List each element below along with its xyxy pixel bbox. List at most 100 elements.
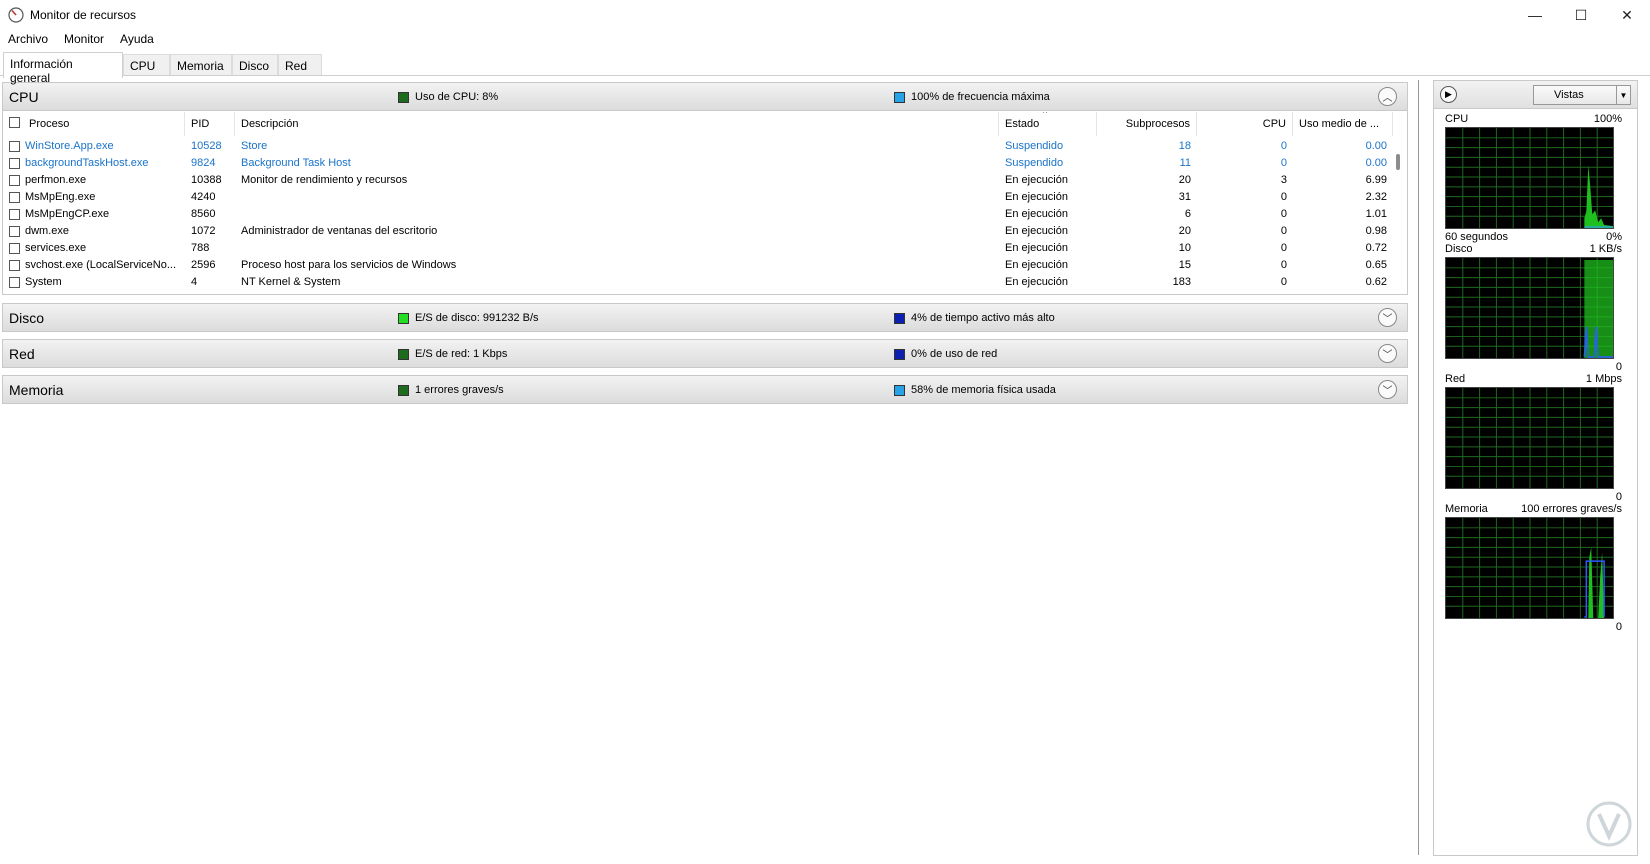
- column-estado[interactable]: Estado ^: [999, 112, 1097, 136]
- cell-cpu: 0: [1280, 157, 1287, 169]
- table-scrollbar[interactable]: [1393, 136, 1403, 290]
- cell-state: Suspendido: [1005, 157, 1064, 169]
- menu-ayuda[interactable]: Ayuda: [112, 30, 162, 50]
- cell-pid: 8560: [191, 208, 216, 220]
- row-checkbox[interactable]: [9, 209, 20, 220]
- row-checkbox[interactable]: [9, 192, 20, 203]
- expand-network-button[interactable]: ﹀: [1378, 344, 1397, 363]
- cell-state: En ejecución: [1005, 242, 1068, 254]
- table-row[interactable]: backgroundTaskHost.exe 9824 Background Tas…: [3, 155, 1393, 172]
- disk-io-swatch: [398, 312, 409, 324]
- row-checkbox[interactable]: [9, 175, 20, 186]
- expand-disk-button[interactable]: ﹀: [1378, 308, 1397, 327]
- cell-threads: 20: [1178, 174, 1191, 186]
- network-usage-swatch: [894, 348, 905, 360]
- table-row[interactable]: perfmon.exe 10388 Monitor de rendimiento y…: [3, 172, 1393, 189]
- cell-threads: 20: [1178, 225, 1191, 237]
- network-io-text: E/S de red: 1 Kbps: [415, 348, 508, 360]
- column-estado-label: Estado: [1005, 118, 1040, 130]
- network-usage-legend: 0% de uso de red: [894, 348, 997, 360]
- menu-archivo[interactable]: Archivo: [0, 30, 56, 50]
- row-checkbox[interactable]: [9, 260, 20, 271]
- close-button[interactable]: ✕: [1604, 0, 1650, 30]
- cell-cpu: 0: [1280, 140, 1287, 152]
- overview-panel: CPU Uso de CPU: 8% 100% de frecuencia má…: [2, 80, 1408, 860]
- menu-monitor[interactable]: Monitor: [56, 30, 112, 50]
- cpu-section-header[interactable]: CPU Uso de CPU: 8% 100% de frecuencia má…: [3, 83, 1407, 111]
- disk-graph-block: Disco 1 KB/s 0: [1440, 243, 1630, 373]
- panel-splitter[interactable]: [1418, 80, 1419, 855]
- network-graph-min: 0: [1615, 491, 1622, 503]
- column-uso-medio[interactable]: Uso medio de ...: [1293, 112, 1393, 136]
- cell-cpu: 0: [1280, 225, 1287, 237]
- cpu-frequency-legend: 100% de frecuencia máxima: [894, 91, 1050, 103]
- minimize-button[interactable]: —: [1512, 0, 1558, 30]
- select-all-checkbox[interactable]: [9, 117, 20, 128]
- cpu-section-title: CPU: [9, 89, 39, 105]
- memory-faults-text: 1 errores graves/s: [415, 384, 504, 396]
- memory-section-header[interactable]: Memoria 1 errores graves/s 58% de memori…: [3, 376, 1407, 404]
- cell-name: dwm.exe: [25, 225, 70, 237]
- cpu-graph-label: CPU: [1445, 113, 1469, 125]
- table-row[interactable]: WinStore.App.exe 10528 Store Suspendido 18 0 0…: [3, 138, 1393, 155]
- collapse-graphs-button[interactable]: ▶: [1440, 86, 1457, 103]
- cell-state: En ejecución: [1005, 276, 1068, 288]
- disk-active-text: 4% de tiempo activo más alto: [911, 312, 1055, 324]
- disk-graph-max: 1 KB/s: [1589, 243, 1622, 255]
- column-pid[interactable]: PID: [185, 112, 235, 136]
- collapse-cpu-button[interactable]: ︿: [1378, 87, 1397, 106]
- table-scroll-thumb[interactable]: [1396, 154, 1400, 170]
- memory-used-swatch: [894, 384, 905, 396]
- cell-avg: 0.98: [1365, 225, 1387, 237]
- table-row[interactable]: svchost.exe (LocalServiceNo... 2596 Proces…: [3, 257, 1393, 274]
- row-checkbox[interactable]: [9, 243, 20, 254]
- memory-used-text: 58% de memoria física usada: [911, 384, 1056, 396]
- cell-threads: 15: [1178, 259, 1191, 271]
- expand-memory-button[interactable]: ﹀: [1378, 380, 1397, 399]
- column-descripcion[interactable]: Descripción: [235, 112, 999, 136]
- network-graph-max: 1 Mbps: [1585, 373, 1622, 385]
- tab-network[interactable]: Red: [278, 54, 322, 76]
- table-row[interactable]: dwm.exe 1072 Administrador de ventanas del…: [3, 223, 1393, 240]
- cell-avg: 0.00: [1365, 157, 1387, 169]
- tab-disk[interactable]: Disco: [232, 54, 278, 76]
- tab-divider: [0, 75, 1650, 76]
- menu-bar: Archivo Monitor Ayuda: [0, 30, 162, 50]
- table-row[interactable]: System 4 NT Kernel & System En ejecución 183…: [3, 274, 1393, 290]
- cpu-frequency-swatch: [894, 91, 905, 103]
- disk-graph-label: Disco: [1445, 243, 1473, 255]
- tab-overview[interactable]: Información general: [3, 52, 123, 85]
- column-subprocesos[interactable]: Subprocesos: [1097, 112, 1197, 136]
- row-checkbox[interactable]: [9, 141, 20, 152]
- column-cpu[interactable]: CPU: [1197, 112, 1293, 136]
- cpu-usage-text: Uso de CPU: 8%: [415, 91, 499, 103]
- network-io-legend: E/S de red: 1 Kbps: [398, 348, 507, 360]
- row-checkbox[interactable]: [9, 277, 20, 288]
- disk-section-header[interactable]: Disco E/S de disco: 991232 B/s 4% de tie…: [3, 304, 1407, 332]
- memory-graph-block: Memoria 100 errores graves/s 0: [1440, 503, 1630, 633]
- network-io-swatch: [398, 348, 409, 360]
- cell-name: MsMpEng.exe: [25, 191, 96, 203]
- table-row[interactable]: MsMpEngCP.exe 8560 En ejecución 6 0 1.01: [3, 206, 1393, 223]
- cell-name: backgroundTaskHost.exe: [25, 157, 149, 169]
- memory-graph: [1445, 517, 1614, 619]
- views-dropdown-icon[interactable]: ▼: [1617, 85, 1631, 105]
- row-checkbox[interactable]: [9, 226, 20, 237]
- tab-cpu[interactable]: CPU: [123, 54, 170, 76]
- table-row[interactable]: MsMpEng.exe 4240 En ejecución 31 0 2.32: [3, 189, 1393, 206]
- views-button[interactable]: Vistas: [1533, 85, 1617, 105]
- cpu-graph-block: CPU 100% 60 segundos 0%: [1440, 113, 1630, 243]
- row-checkbox[interactable]: [9, 158, 20, 169]
- memory-graph-min: 0: [1615, 621, 1622, 633]
- network-section: Red E/S de red: 1 Kbps 0% de uso de red …: [2, 339, 1408, 368]
- network-section-header[interactable]: Red E/S de red: 1 Kbps 0% de uso de red …: [3, 340, 1407, 368]
- cell-state: En ejecución: [1005, 191, 1068, 203]
- table-row[interactable]: services.exe 788 En ejecución 10 0 0.72: [3, 240, 1393, 257]
- maximize-button[interactable]: ☐: [1558, 0, 1604, 30]
- cell-state: Suspendido: [1005, 140, 1064, 152]
- cell-state: En ejecución: [1005, 174, 1068, 186]
- disk-graph: [1445, 257, 1614, 359]
- cell-avg: 1.01: [1365, 208, 1387, 220]
- column-proceso[interactable]: Proceso: [3, 112, 185, 136]
- tab-memory[interactable]: Memoria: [170, 54, 232, 76]
